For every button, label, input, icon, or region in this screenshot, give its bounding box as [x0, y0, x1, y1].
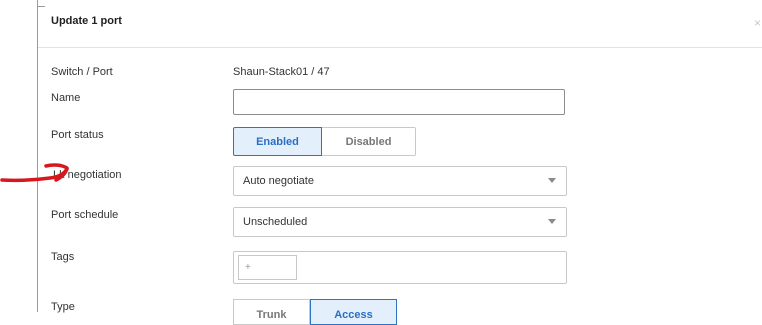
port-status-enabled-button[interactable]: Enabled — [233, 127, 322, 156]
type-label: Type — [51, 301, 75, 313]
close-icon[interactable]: × — [754, 16, 761, 30]
port-status-disabled-button[interactable]: Disabled — [322, 127, 416, 156]
header-divider — [38, 47, 762, 48]
link-negotiation-value: Auto negotiate — [243, 175, 314, 187]
arrow-annotation-icon — [0, 163, 69, 183]
switch-port-value: Shaun-Stack01 / 47 — [233, 66, 330, 78]
tag-add-input[interactable]: + — [238, 255, 297, 280]
chevron-down-icon — [548, 178, 556, 183]
switch-port-label: Switch / Port — [51, 66, 113, 78]
type-trunk-button[interactable]: Trunk — [233, 299, 310, 325]
type-access-button[interactable]: Access — [310, 299, 397, 325]
dialog-title: Update 1 port — [51, 15, 122, 27]
chevron-down-icon — [548, 219, 556, 224]
port-schedule-value: Unscheduled — [243, 216, 308, 228]
port-schedule-label: Port schedule — [51, 209, 119, 221]
port-schedule-select[interactable]: Unscheduled — [233, 207, 567, 237]
name-label: Name — [51, 92, 81, 104]
tags-field[interactable]: + — [233, 251, 567, 284]
name-input[interactable] — [233, 89, 565, 115]
panel-top-corner — [37, 6, 45, 7]
link-negotiation-select[interactable]: Auto negotiate — [233, 166, 567, 196]
tags-label: Tags — [51, 251, 75, 263]
port-status-label: Port status — [51, 129, 104, 141]
tag-add-icon: + — [245, 262, 251, 273]
